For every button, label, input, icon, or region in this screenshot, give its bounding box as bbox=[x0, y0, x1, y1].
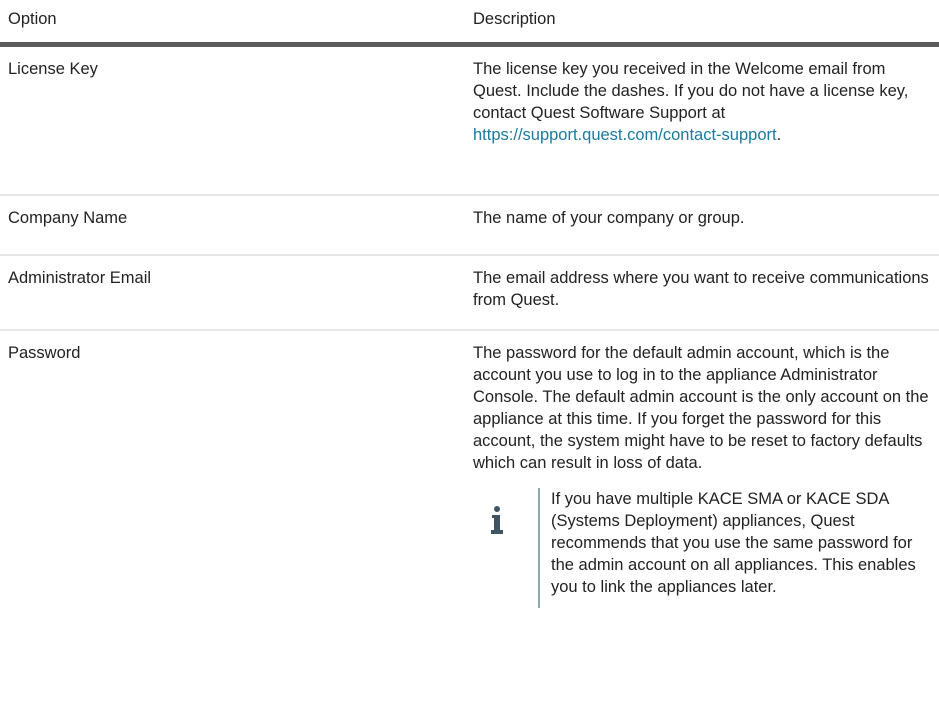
support-link[interactable]: https://support.quest.com/contact-suppor… bbox=[473, 126, 777, 144]
description-license-key: The license key you received in the Welc… bbox=[473, 47, 931, 158]
table-row-license-key: License Key The license key you received… bbox=[0, 47, 939, 196]
info-note: If you have multiple KACE SMA or KACE SD… bbox=[473, 488, 931, 608]
option-column-header: Option bbox=[8, 10, 57, 28]
note-text: If you have multiple KACE SMA or KACE SD… bbox=[551, 490, 916, 596]
description-administrator-email: The email address where you want to rece… bbox=[473, 269, 929, 309]
license-key-description-text: The license key you received in the Welc… bbox=[473, 60, 909, 122]
option-password: Password bbox=[8, 344, 81, 362]
info-icon bbox=[491, 506, 503, 534]
options-table: Option Description License Key The licen… bbox=[0, 0, 939, 620]
table-row-company-name: Company Name The name of your company or… bbox=[0, 196, 939, 256]
note-bar bbox=[538, 488, 540, 608]
description-company-name: The name of your company or group. bbox=[473, 209, 745, 227]
table-row-password: Password The password for the default ad… bbox=[0, 331, 939, 620]
password-description-text: The password for the default admin accou… bbox=[473, 344, 929, 472]
table-header: Option Description bbox=[0, 0, 939, 47]
option-license-key: License Key bbox=[8, 60, 98, 78]
license-key-description-end: . bbox=[776, 126, 782, 144]
description-password: The password for the default admin accou… bbox=[473, 331, 931, 620]
option-company-name: Company Name bbox=[8, 209, 128, 227]
option-administrator-email: Administrator Email bbox=[8, 269, 152, 287]
description-column-header: Description bbox=[473, 10, 556, 28]
table-row-administrator-email: Administrator Email The email address wh… bbox=[0, 256, 939, 331]
